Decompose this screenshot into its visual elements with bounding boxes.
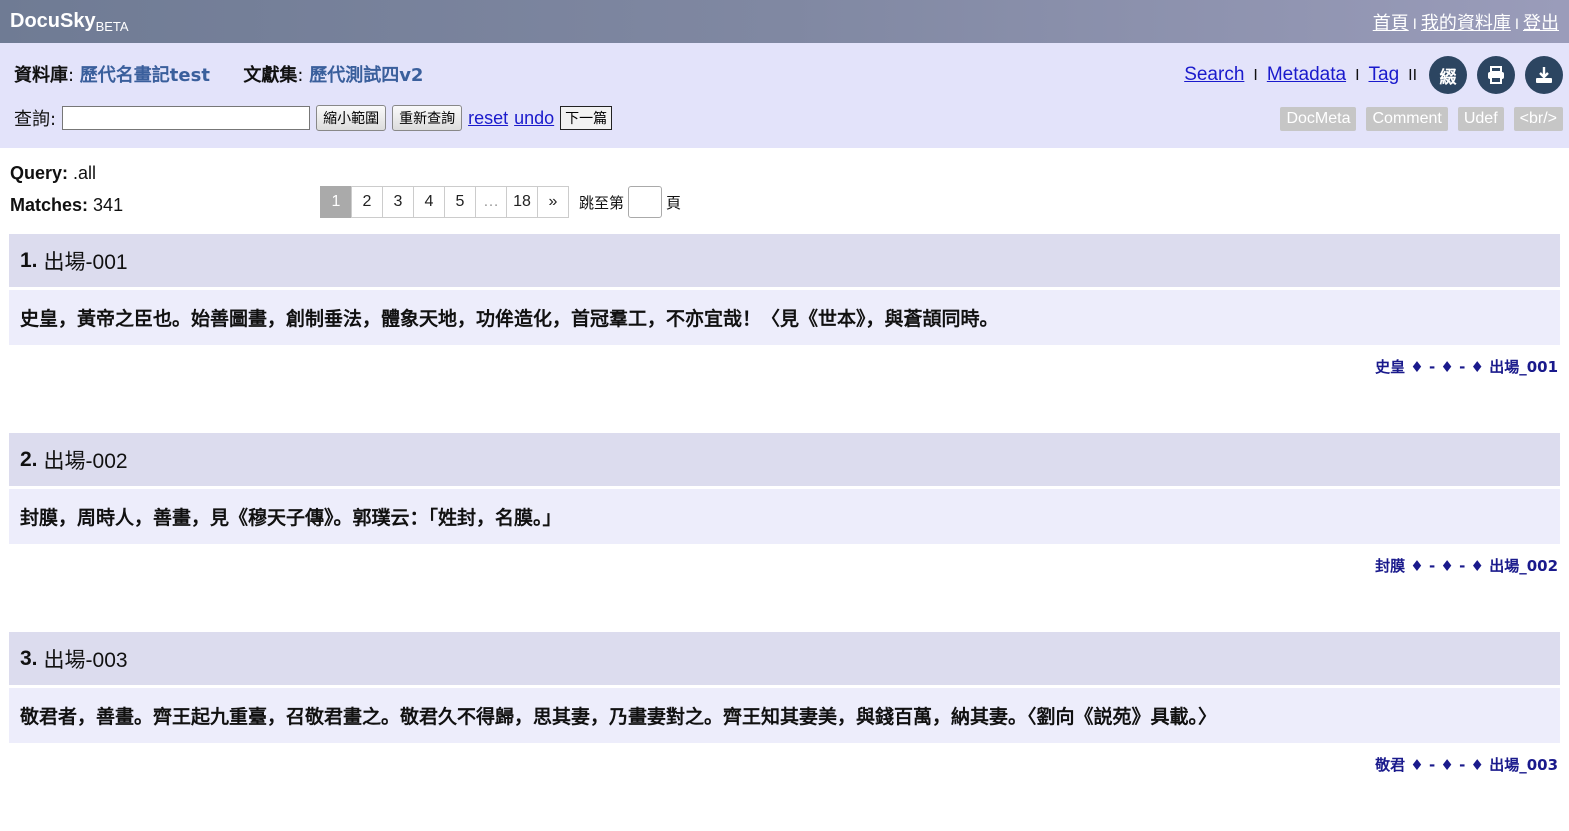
top-links: 首頁 I 我的資料庫 I 登出 bbox=[1372, 12, 1559, 34]
document-text: 史皇，黃帝之臣也。始善圖畫，創制垂法，體象天地，功侔造化，首冠羣工，不亦宜哉！〈… bbox=[9, 290, 1560, 345]
document-item: 3. 出場-003 敬君者，善畫。齊王起九重臺，召敬君畫之。敬君久不得歸，思其妻，… bbox=[9, 632, 1560, 831]
document-item: 2. 出場-002 封膜，周時人，善畫，見《穆天子傳》。郭璞云：「姓封，名膜。」 … bbox=[9, 433, 1560, 632]
udef-toggle[interactable]: Udef bbox=[1457, 107, 1504, 131]
matches-count: 341 bbox=[93, 194, 124, 215]
jump-page-input[interactable] bbox=[628, 186, 663, 218]
br-toggle[interactable]: <br/> bbox=[1513, 107, 1563, 131]
docmeta-toggle[interactable]: DocMeta bbox=[1280, 107, 1357, 131]
reset-link[interactable]: reset bbox=[468, 108, 508, 129]
tag-toggles: DocMeta Comment Udef <br/> bbox=[1280, 107, 1563, 131]
my-database-link[interactable]: 我的資料庫 bbox=[1421, 13, 1511, 34]
matches-line: Matches: 341 1 2 3 4 5 … 18 » 跳至第 頁 bbox=[10, 186, 1559, 224]
document-meta[interactable]: 封膜 ♦ - ♦ - ♦ 出場_002 bbox=[9, 544, 1560, 632]
results-info: Query: .all Matches: 341 1 2 3 4 5 … 18 … bbox=[0, 148, 1569, 224]
concat-button[interactable]: 綴 bbox=[1429, 56, 1467, 94]
control-panel: 資料庫: 歷代名畫記test 文獻集: 歷代測試四v2 查詢: 縮小範圍 重新查… bbox=[0, 43, 1569, 148]
database-label: 資料庫 bbox=[14, 65, 68, 86]
next-page[interactable]: » bbox=[537, 186, 569, 218]
view-nav: Search I Metadata I Tag II 綴 bbox=[1184, 56, 1563, 94]
page-4[interactable]: 4 bbox=[413, 186, 445, 218]
document-text: 敬君者，善畫。齊王起九重臺，召敬君畫之。敬君久不得歸，思其妻，乃畫妻對之。齊王知… bbox=[9, 688, 1560, 743]
undo-link[interactable]: undo bbox=[514, 108, 554, 129]
search-link[interactable]: Search bbox=[1184, 64, 1244, 86]
document-title[interactable]: 1. 出場-001 bbox=[9, 234, 1560, 287]
pagination: 1 2 3 4 5 … 18 » 跳至第 頁 bbox=[320, 186, 681, 218]
page-5[interactable]: 5 bbox=[444, 186, 476, 218]
logout-link[interactable]: 登出 bbox=[1523, 13, 1559, 34]
tag-link[interactable]: Tag bbox=[1369, 64, 1400, 86]
document-title[interactable]: 2. 出場-002 bbox=[9, 433, 1560, 486]
document-title[interactable]: 3. 出場-003 bbox=[9, 632, 1560, 685]
page-18[interactable]: 18 bbox=[506, 186, 538, 218]
query-value: .all bbox=[73, 162, 97, 183]
query-row: 查詢: 縮小範圍 重新查詢 reset undo 下一篇 bbox=[14, 105, 613, 131]
page-2[interactable]: 2 bbox=[351, 186, 383, 218]
document-item: 1. 出場-001 史皇，黃帝之臣也。始善圖畫，創制垂法，體象天地，功侔造化，首冠… bbox=[9, 234, 1560, 433]
corpus-label: 文獻集 bbox=[243, 65, 298, 86]
download-icon[interactable] bbox=[1525, 56, 1563, 94]
logo[interactable]: DocuSkyBETA bbox=[10, 10, 129, 34]
metadata-link[interactable]: Metadata bbox=[1267, 64, 1346, 86]
print-icon[interactable] bbox=[1477, 56, 1515, 94]
top-bar: DocuSkyBETA 首頁 I 我的資料庫 I 登出 bbox=[0, 0, 1569, 43]
document-meta[interactable]: 史皇 ♦ - ♦ - ♦ 出場_001 bbox=[9, 345, 1560, 433]
query-label: 查詢: bbox=[14, 109, 57, 130]
jump-to-page: 跳至第 頁 bbox=[579, 186, 681, 218]
query-input[interactable] bbox=[62, 106, 311, 130]
page-1[interactable]: 1 bbox=[320, 186, 352, 218]
document-text: 封膜，周時人，善畫，見《穆天子傳》。郭璞云：「姓封，名膜。」 bbox=[9, 489, 1560, 544]
requery-button[interactable]: 重新查詢 bbox=[392, 105, 463, 131]
home-link[interactable]: 首頁 bbox=[1373, 13, 1409, 34]
page-3[interactable]: 3 bbox=[382, 186, 414, 218]
page-ellipsis: … bbox=[475, 186, 507, 218]
document-meta[interactable]: 敬君 ♦ - ♦ - ♦ 出場_003 bbox=[9, 743, 1560, 831]
next-doc-button[interactable]: 下一篇 bbox=[560, 106, 613, 130]
database-value: 歷代名畫記test bbox=[79, 65, 210, 86]
narrow-button[interactable]: 縮小範圍 bbox=[316, 105, 387, 131]
database-info: 資料庫: 歷代名畫記test 文獻集: 歷代測試四v2 bbox=[14, 65, 424, 86]
corpus-value: 歷代測試四v2 bbox=[309, 65, 424, 86]
comment-toggle[interactable]: Comment bbox=[1366, 107, 1448, 131]
query-summary: Query: .all bbox=[10, 162, 97, 183]
